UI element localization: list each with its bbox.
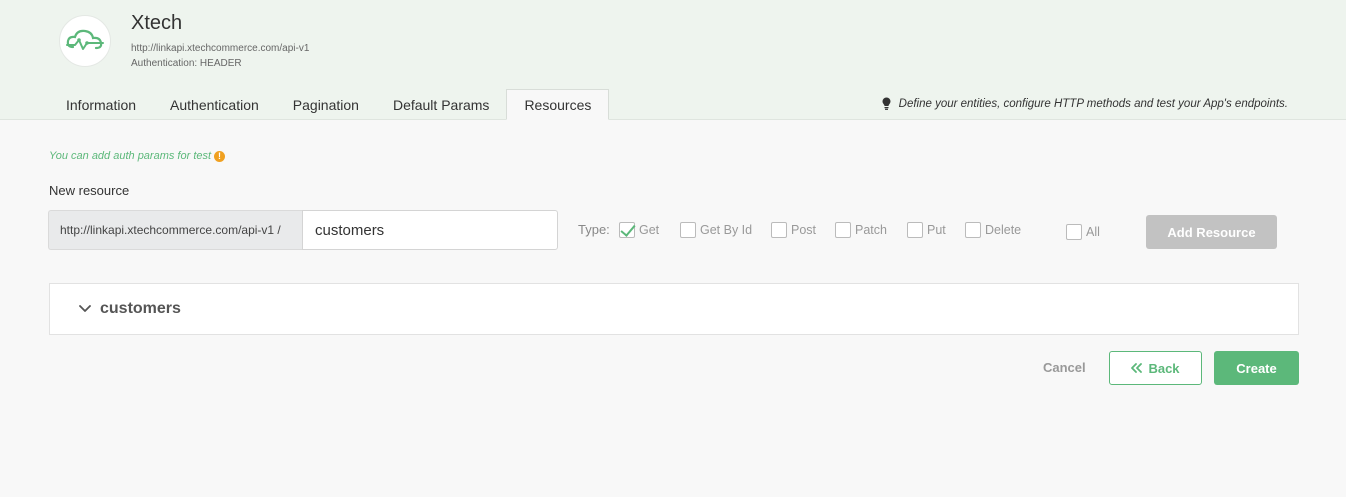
resource-panel-title: customers (100, 300, 181, 317)
lightbulb-icon (882, 97, 891, 110)
checkbox[interactable] (771, 222, 787, 238)
double-chevron-left-icon (1131, 363, 1143, 373)
tab-resources[interactable]: Resources (506, 89, 610, 120)
method-all-checkbox[interactable]: All (1066, 224, 1100, 240)
method-label: Patch (855, 223, 887, 237)
method-label: Get (639, 223, 660, 237)
checkbox[interactable] (907, 222, 923, 238)
method-patch-checkbox[interactable]: Patch (835, 222, 887, 238)
method-post-checkbox[interactable]: Post (771, 222, 816, 238)
url-prefix: http://linkapi.xtechcommerce.com/api-v1 … (48, 210, 303, 250)
warning-icon[interactable]: ! (214, 150, 226, 162)
method-delete-checkbox[interactable]: Delete (965, 222, 1021, 238)
app-url: http://linkapi.xtechcommerce.com/api-v1 (131, 43, 310, 54)
tab-pagination[interactable]: Pagination (276, 89, 376, 120)
method-label: Delete (985, 223, 1022, 237)
method-label: All (1086, 225, 1100, 239)
checkbox-checked[interactable] (619, 222, 635, 238)
auth-note-text: You can add auth params for test (49, 150, 212, 162)
checkbox[interactable] (835, 222, 851, 238)
hint-text: Define your entities, configure HTTP met… (898, 97, 1288, 110)
checkbox[interactable] (1066, 224, 1082, 240)
resource-panel-customers[interactable]: customers (49, 283, 1299, 335)
add-resource-button[interactable]: Add Resource (1146, 215, 1277, 249)
tab-information[interactable]: Information (49, 89, 153, 120)
tab-hint: Define your entities, configure HTTP met… (882, 97, 1288, 110)
auth-note: You can add auth params for test ! (49, 150, 226, 162)
method-label: Put (927, 223, 946, 237)
method-label: Get By Id (700, 223, 753, 237)
method-put-checkbox[interactable]: Put (907, 222, 946, 238)
tab-authentication[interactable]: Authentication (153, 89, 276, 120)
type-label: Type: (578, 222, 610, 237)
checkbox[interactable] (680, 222, 696, 238)
checkbox[interactable] (965, 222, 981, 238)
cancel-button[interactable]: Cancel (1043, 360, 1086, 375)
app-auth-type: Authentication: HEADER (131, 58, 242, 69)
new-resource-label: New resource (49, 183, 130, 198)
resource-name-input[interactable] (302, 210, 558, 250)
app-logo (59, 15, 111, 67)
cloud-link-icon (66, 29, 104, 50)
back-button[interactable]: Back (1109, 351, 1202, 385)
method-get-by-id-checkbox[interactable]: Get By Id (680, 222, 752, 238)
tab-default-params[interactable]: Default Params (376, 89, 506, 120)
back-button-label: Back (1148, 360, 1180, 376)
create-button[interactable]: Create (1214, 351, 1299, 385)
chevron-down-icon[interactable] (78, 302, 92, 316)
app-header: Xtech http://linkapi.xtechcommerce.com/a… (0, 0, 1346, 120)
app-title: Xtech (131, 12, 183, 34)
method-get-checkbox[interactable]: Get (619, 222, 659, 238)
tab-bar: Information Authentication Pagination De… (49, 89, 610, 120)
method-label: Post (791, 223, 817, 237)
